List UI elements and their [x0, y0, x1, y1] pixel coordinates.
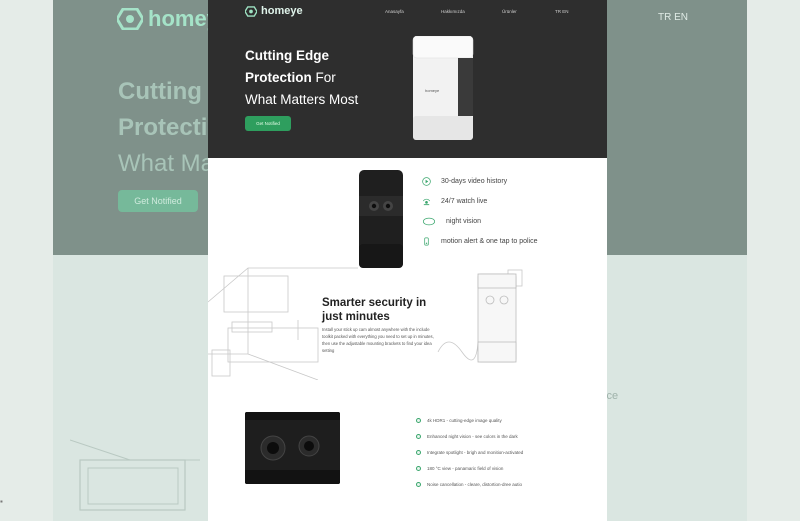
hero-title-line3: What Matters Most [245, 92, 359, 107]
spec-text: 4k HDR1 - cutting-edge image quality [427, 418, 502, 423]
spec-item: Noise cancellation - cleare, distortion-… [416, 482, 522, 487]
nav-item-home[interactable]: Anasayfa [385, 9, 404, 14]
background-language-switch: TR EN [658, 12, 688, 23]
homeye-logo-icon [117, 8, 143, 30]
check-icon [416, 466, 421, 471]
feature-text: 24/7 watch live [441, 198, 488, 205]
smarter-security-body: Install your stick up cam almost anywher… [322, 327, 434, 353]
hero-title-line2: Protection For [245, 70, 336, 85]
spec-item: 180 °C view - panamaric field of vision [416, 466, 503, 471]
live-icon [423, 198, 430, 206]
spec-item: Integrate spotlight - brigh and monition… [416, 450, 523, 455]
spec-text: 180 °C view - panamaric field of vision [427, 466, 504, 471]
nav-logo[interactable]: homeye [245, 5, 303, 17]
screenshot-stage: homeye TR EN Cutting Protecti What Ma Ge… [0, 0, 800, 521]
nav-item-language[interactable]: TR EN [555, 9, 569, 14]
feature-text: motion alert & one tap to police [441, 238, 538, 245]
get-notified-button[interactable]: Get Notified [245, 116, 291, 131]
hero-device-image: homeye [412, 36, 474, 140]
mounted-camera-sketch [477, 273, 517, 363]
check-icon [416, 482, 421, 487]
feature-text: 30-days video history [441, 178, 508, 185]
feature-item: night vision [422, 217, 481, 226]
spec-item: 4k HDR1 - cutting-edge image quality [416, 418, 502, 423]
camera-closeup-image [245, 412, 340, 484]
hero-title-line1: Cutting Edge [245, 48, 329, 63]
hero-section: homeye Anasayfa Hakkımızda Ürünler TR EN… [208, 0, 607, 158]
feature-item: 30-days video history [422, 177, 507, 186]
check-icon [416, 434, 421, 439]
background-hero-line1: Cutting [118, 78, 202, 105]
spec-item: Enhanced night vision - see colors in th… [416, 434, 518, 439]
hero-device-label: homeye [425, 88, 440, 93]
background-hero-line3: What Ma [118, 150, 215, 177]
smarter-security-title: Smarter security in just minutes [322, 296, 427, 324]
nav-logo-text: homeye [261, 5, 303, 17]
feature-item: 24/7 watch live [422, 197, 487, 206]
smarter-title-line1: Smarter security in [322, 297, 427, 309]
nav-item-about[interactable]: Hakkımızda [441, 9, 465, 14]
background-edge-mark: ▪ [0, 497, 3, 506]
spec-text: Noise cancellation - cleare, distortion-… [427, 482, 523, 487]
spec-text: Enhanced night vision - see colors in th… [427, 434, 518, 439]
alert-icon [424, 237, 429, 246]
eye-icon [422, 217, 436, 226]
check-icon [416, 418, 421, 423]
feature-text: night vision [446, 218, 482, 225]
background-hero-line2: Protecti [118, 114, 208, 141]
hero-title-line2-rest: For [311, 70, 336, 85]
feature-item: motion alert & one tap to police [422, 237, 538, 246]
smarter-title-line2: just minutes [322, 311, 390, 323]
nav-item-products[interactable]: Ürünler [502, 9, 517, 14]
homeye-logo-icon [245, 5, 257, 17]
background-room-sketch [70, 439, 200, 511]
play-icon [422, 177, 431, 186]
spec-text: Integrate spotlight - brigh and monition… [427, 450, 524, 455]
landing-page[interactable]: homeye Anasayfa Hakkımızda Ürünler TR EN… [208, 0, 607, 521]
camera-lens-graphic [245, 412, 340, 484]
background-cta-button: Get Notified [118, 190, 198, 212]
hero-title-line2-bold: Protection [245, 70, 312, 85]
camera-product-image [359, 170, 403, 268]
check-icon [416, 450, 421, 455]
